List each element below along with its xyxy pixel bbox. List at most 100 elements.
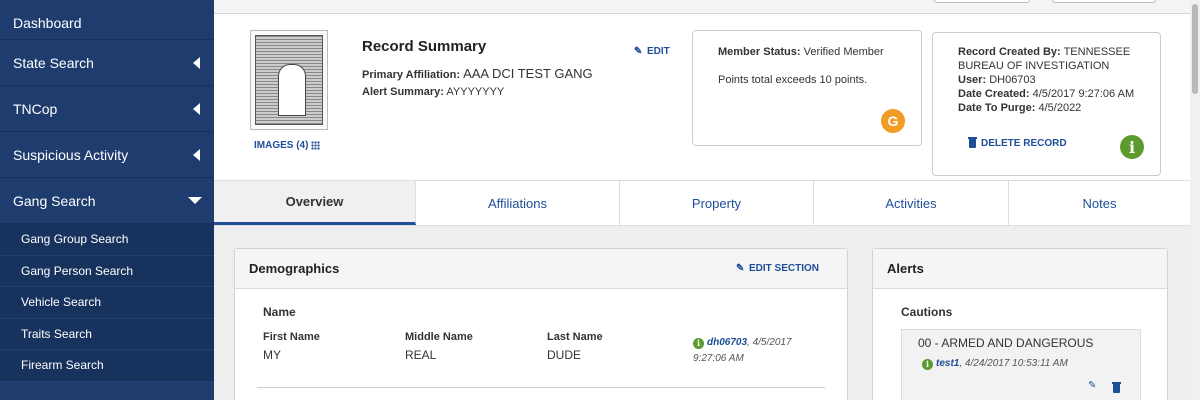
alert-summary-label: Alert Summary: — [362, 86, 444, 98]
audit-time: , 4/24/2017 10:53:11 AM — [959, 358, 1068, 369]
sidebar-subitem-traits-search[interactable]: Traits Search — [0, 318, 214, 350]
trash-icon — [968, 137, 977, 148]
audit-user-link[interactable]: test1 — [936, 358, 959, 369]
pencil-icon[interactable]: ✎ — [1088, 381, 1097, 391]
tab-affiliations[interactable]: Affiliations — [416, 181, 620, 225]
member-status-label: Member Status: — [718, 46, 801, 58]
caret-down-icon — [188, 197, 202, 204]
grid-icon — [311, 141, 321, 150]
sidebar-item-gang-search[interactable]: Gang Search — [0, 178, 214, 224]
user-value: DH06703 — [989, 74, 1036, 86]
demographics-header: Demographics ✎ EDIT SECTION — [235, 249, 847, 289]
tab-activities[interactable]: Activities — [814, 181, 1009, 225]
trash-icon[interactable] — [1112, 382, 1121, 393]
toolbar-button[interactable] — [1052, 0, 1156, 3]
audit-time: 9:27:06 AM — [693, 353, 744, 364]
date-created: Date Created: 4/5/2017 9:27:06 AM — [958, 87, 1134, 101]
record-created-card: Record Created By: TENNESSEE BUREAU OF I… — [932, 32, 1161, 176]
date-created-label: Date Created: — [958, 88, 1030, 100]
record-photo[interactable] — [250, 30, 328, 130]
sidebar-item-suspicious-activity[interactable]: Suspicious Activity — [0, 132, 214, 178]
photo-image — [255, 35, 323, 125]
record-tabs: Overview Affiliations Property Activitie… — [214, 180, 1190, 226]
tab-label: Affiliations — [487, 195, 547, 211]
tab-property[interactable]: Property — [620, 181, 814, 225]
edit-section-label: EDIT SECTION — [748, 263, 819, 274]
demographics-panel: Demographics ✎ EDIT SECTION Name First N… — [234, 248, 848, 400]
record-summary-section: IMAGES (4) Record Summary Primary Affili… — [214, 14, 1190, 180]
edit-record-button[interactable]: ✎ EDIT — [634, 46, 670, 57]
sidebar-item-tncop[interactable]: TNCop — [0, 86, 214, 132]
sidebar-subitem-label: Gang Group Search — [21, 232, 129, 247]
caution-item: 00 - ARMED AND DANGEROUS i test1, 4/24/20… — [901, 329, 1141, 400]
pencil-icon: ✎ — [634, 46, 643, 57]
caret-left-icon — [193, 102, 200, 115]
created-by-label: Record Created By: — [958, 46, 1061, 58]
info-icon: i — [693, 338, 704, 349]
top-toolbar — [214, 0, 1190, 14]
first-name-label: First Name — [263, 331, 320, 343]
info-icon: i — [922, 359, 933, 370]
member-status-value: Verified Member — [803, 46, 884, 58]
created-by: Record Created By: TENNESSEE — [958, 45, 1134, 59]
primary-affiliation-value: AAA DCI TEST GANG — [463, 66, 593, 81]
tab-label: Overview — [285, 194, 344, 209]
alerts-header: Alerts — [873, 249, 1167, 289]
points-text: Points total exceeds 10 points. — [718, 74, 868, 86]
demographics-title: Demographics — [249, 261, 340, 276]
user-label: User: — [958, 74, 987, 86]
scrollbar-thumb[interactable] — [1192, 4, 1198, 94]
last-name-value: DUDE — [547, 348, 582, 362]
member-status: Member Status: Verified Member — [718, 45, 884, 59]
sidebar-item-label: Dashboard — [13, 14, 82, 31]
sidebar-subitem-vehicle-search[interactable]: Vehicle Search — [0, 287, 214, 319]
sidebar-item-dashboard[interactable]: Dashboard — [0, 0, 214, 40]
tab-label: Activities — [885, 195, 937, 211]
divider — [257, 387, 825, 388]
caution-text: 00 - ARMED AND DANGEROUS — [918, 336, 1094, 350]
audit-info: i dh06703, 4/5/2017 9:27:06 AM — [693, 335, 792, 367]
middle-name-label: Middle Name — [405, 331, 473, 343]
gang-status-badge-icon: G — [881, 109, 905, 133]
caret-left-icon — [193, 56, 200, 69]
alerts-panel: Alerts Cautions 00 - ARMED AND DANGEROUS… — [872, 248, 1168, 400]
caret-left-icon — [193, 148, 200, 161]
alert-summary-value: AYYYYYYY — [446, 86, 505, 98]
edit-label: EDIT — [647, 46, 670, 57]
tab-notes[interactable]: Notes — [1009, 181, 1190, 225]
created-info: Record Created By: TENNESSEE BUREAU OF I… — [958, 45, 1134, 115]
date-purge-value: 4/5/2022 — [1038, 102, 1082, 114]
sidebar: Dashboard State Search TNCop Suspicious … — [0, 0, 214, 400]
last-name-label: Last Name — [547, 331, 603, 343]
sidebar-subitem-firearm-search[interactable]: Firearm Search — [0, 350, 214, 382]
edit-section-button[interactable]: ✎ EDIT SECTION — [736, 263, 819, 274]
date-purge-label: Date To Purge: — [958, 102, 1036, 114]
audit-user-link[interactable]: dh06703 — [707, 337, 747, 348]
sidebar-item-label: Suspicious Activity — [13, 146, 129, 163]
info-icon[interactable]: i — [1120, 135, 1144, 159]
date-created-value: 4/5/2017 9:27:06 AM — [1032, 88, 1135, 100]
date-purge: Date To Purge: 4/5/2022 — [958, 101, 1134, 115]
tab-label: Notes — [1082, 195, 1117, 211]
member-status-card: Member Status: Verified Member Points to… — [692, 30, 922, 146]
sidebar-subitem-label: Firearm Search — [21, 358, 104, 373]
images-link[interactable]: IMAGES (4) — [254, 140, 321, 151]
alert-summary: Alert Summary: AYYYYYYY — [362, 86, 504, 98]
sidebar-subitem-label: Vehicle Search — [21, 295, 102, 310]
toolbar-button[interactable] — [934, 0, 1030, 3]
sidebar-item-state-search[interactable]: State Search — [0, 40, 214, 86]
caution-audit: i test1, 4/24/2017 10:53:11 AM — [922, 356, 1068, 372]
pencil-icon: ✎ — [735, 263, 745, 274]
scrollbar[interactable] — [1190, 0, 1200, 400]
sidebar-item-label: Gang Search — [13, 192, 96, 209]
delete-record-button[interactable]: DELETE RECORD — [968, 137, 1067, 149]
sidebar-subitem-gang-group-search[interactable]: Gang Group Search — [0, 224, 214, 256]
tab-overview[interactable]: Overview — [214, 181, 416, 225]
tab-label: Property — [691, 195, 742, 211]
sidebar-subitem-label: Traits Search — [21, 326, 92, 341]
created-by-value: TENNESSEE — [1063, 46, 1131, 58]
sidebar-subitem-gang-person-search[interactable]: Gang Person Search — [0, 255, 214, 287]
middle-name-value: REAL — [405, 348, 437, 362]
sidebar-item-label: State Search — [13, 54, 94, 71]
alerts-title: Alerts — [887, 261, 924, 276]
